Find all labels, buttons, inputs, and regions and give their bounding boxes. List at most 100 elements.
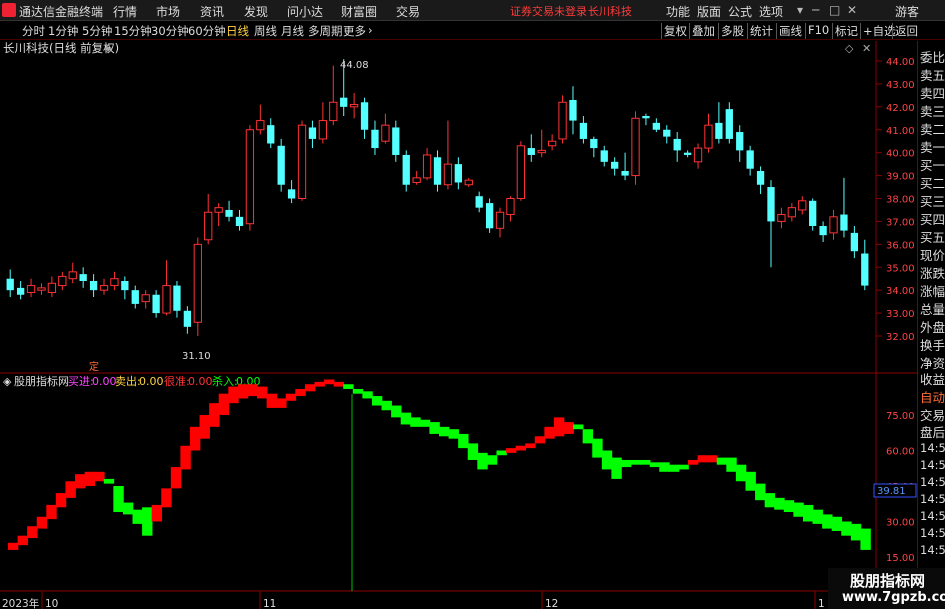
tool-draw[interactable]: 画线 xyxy=(776,23,804,39)
candle-body xyxy=(131,290,139,304)
side-volume[interactable]: 总量 xyxy=(920,299,945,318)
menu-function[interactable]: 功能 xyxy=(666,3,690,20)
period-1min[interactable]: 1分钟 xyxy=(48,23,78,39)
period-daily[interactable]: 日线 xyxy=(226,23,249,39)
indicator-block xyxy=(697,455,708,463)
menu-wealth[interactable]: 财富圈 xyxy=(341,3,377,20)
dropdown-icon[interactable]: ◈ xyxy=(104,42,113,55)
indicator-tick-label: 75.00 xyxy=(886,411,915,422)
indicator-block xyxy=(822,514,833,529)
candle-body xyxy=(809,200,817,226)
candle-body xyxy=(590,138,598,149)
window-close-icon[interactable]: ✕ xyxy=(847,3,857,17)
close-pane-icon[interactable]: ✕ xyxy=(862,42,871,55)
candle-body xyxy=(693,147,703,163)
indicator-block xyxy=(774,497,785,510)
side-outer[interactable]: 外盘 xyxy=(920,317,945,336)
price-tick-label: 33.00 xyxy=(886,309,915,320)
side-turnover[interactable]: 换手 xyxy=(920,335,945,354)
indicator-block xyxy=(209,403,220,427)
side-earnings[interactable]: 收益 xyxy=(920,369,945,388)
menu-formula[interactable]: 公式 xyxy=(728,3,752,20)
indicator-block xyxy=(333,381,345,387)
candle-body xyxy=(360,102,369,130)
candle-body xyxy=(767,187,775,222)
tool-adjust[interactable]: 复权 xyxy=(661,23,689,39)
side-change-pct[interactable]: 涨幅 xyxy=(920,281,945,300)
candle-body xyxy=(245,129,255,225)
menu-exchange[interactable]: 市场 xyxy=(156,3,180,20)
period-15min[interactable]: 15分钟 xyxy=(114,23,152,39)
period-intraday[interactable]: 分时 xyxy=(22,23,45,39)
menu-options[interactable]: 选项 xyxy=(759,3,783,20)
side-weibi[interactable]: 委比 xyxy=(920,47,945,66)
candle-body xyxy=(725,109,733,139)
candle-body xyxy=(141,294,150,303)
tool-mark[interactable]: 标记 xyxy=(832,23,860,39)
tool-overlay[interactable]: 叠加 xyxy=(689,23,717,39)
indicator-dropdown-icon[interactable]: ◈ xyxy=(3,375,12,388)
menu-discover[interactable]: 发现 xyxy=(244,3,268,20)
candle-body xyxy=(673,138,681,151)
side-buy2[interactable]: 买二 xyxy=(920,173,945,192)
side-buy3[interactable]: 买三 xyxy=(920,191,945,210)
side-buy5[interactable]: 买五 xyxy=(920,227,945,246)
side-auto[interactable]: 自动 xyxy=(920,387,945,406)
indicator-block xyxy=(802,504,814,522)
period-30min[interactable]: 30分钟 xyxy=(151,23,189,39)
candle-body xyxy=(26,285,36,293)
tool-stats[interactable]: 统计 xyxy=(747,23,775,39)
indicator-block xyxy=(592,438,603,458)
side-change[interactable]: 涨跌 xyxy=(920,263,945,282)
scale-r-icon: R xyxy=(903,41,909,42)
window-restore-icon[interactable]: □ xyxy=(829,3,840,17)
indicator-block xyxy=(793,502,804,517)
period-multi[interactable]: 多周期 xyxy=(308,23,343,39)
side-sell3[interactable]: 卖三 xyxy=(920,101,945,120)
candle-body xyxy=(329,101,338,122)
side-after-hours[interactable]: 盘后 xyxy=(920,422,945,441)
side-sell1[interactable]: 卖一 xyxy=(920,137,945,156)
price-tick-label: 42.00 xyxy=(886,103,915,114)
diamond-icon[interactable]: ◇ xyxy=(845,42,854,55)
period-monthly[interactable]: 月线 xyxy=(281,23,304,39)
period-60min[interactable]: 60分钟 xyxy=(188,23,226,39)
indicator-block xyxy=(850,523,862,541)
candle-body xyxy=(777,214,786,222)
guest-login[interactable]: 游客 xyxy=(895,3,919,20)
side-buy4[interactable]: 买四 xyxy=(920,209,945,228)
login-warning[interactable]: 证券交易未登录 xyxy=(510,3,587,19)
menu-layout[interactable]: 版面 xyxy=(697,3,721,20)
candle-body xyxy=(746,150,754,169)
side-sell2[interactable]: 卖二 xyxy=(920,119,945,138)
window-minimize-icon[interactable]: ─ xyxy=(812,3,819,17)
tool-f10[interactable]: F10 xyxy=(805,23,831,39)
tool-back[interactable]: 返回 xyxy=(892,23,920,39)
indicator-block xyxy=(257,386,268,399)
tool-multistock[interactable]: 多股 xyxy=(718,23,746,39)
indicator-block xyxy=(601,450,613,470)
side-price[interactable]: 现价 xyxy=(920,245,945,264)
menu-trade[interactable]: 交易 xyxy=(396,3,420,20)
period-weekly[interactable]: 周线 xyxy=(254,23,277,39)
indicator-block xyxy=(151,504,163,522)
menu-xiaoda[interactable]: 问小达 xyxy=(287,3,323,20)
indicator-block xyxy=(764,493,776,508)
period-more[interactable]: 更多 xyxy=(343,23,366,39)
side-sell4[interactable]: 卖四 xyxy=(920,83,945,102)
ding-marker: 定 xyxy=(89,360,99,373)
menu-market[interactable]: 行情 xyxy=(113,3,137,20)
indicator-block xyxy=(75,474,86,489)
chevron-right-icon[interactable]: › xyxy=(368,23,373,37)
side-time: 14:56 xyxy=(920,509,945,523)
window-menu-icon[interactable]: ▾ xyxy=(797,3,803,17)
candle-body xyxy=(235,216,244,226)
period-5min[interactable]: 5分钟 xyxy=(82,23,112,39)
indicator-block xyxy=(65,481,76,498)
menu-news[interactable]: 资讯 xyxy=(200,3,224,20)
side-buy1[interactable]: 买一 xyxy=(920,155,945,174)
candle-body xyxy=(412,177,421,183)
side-sell5[interactable]: 卖五 xyxy=(920,65,945,84)
kline-chart[interactable]: 长川科技(日线 前复权) ◈ ◇ ✕ R 44.00 43.00 42.00 41.0… xyxy=(0,41,945,609)
candle-body xyxy=(68,271,77,280)
